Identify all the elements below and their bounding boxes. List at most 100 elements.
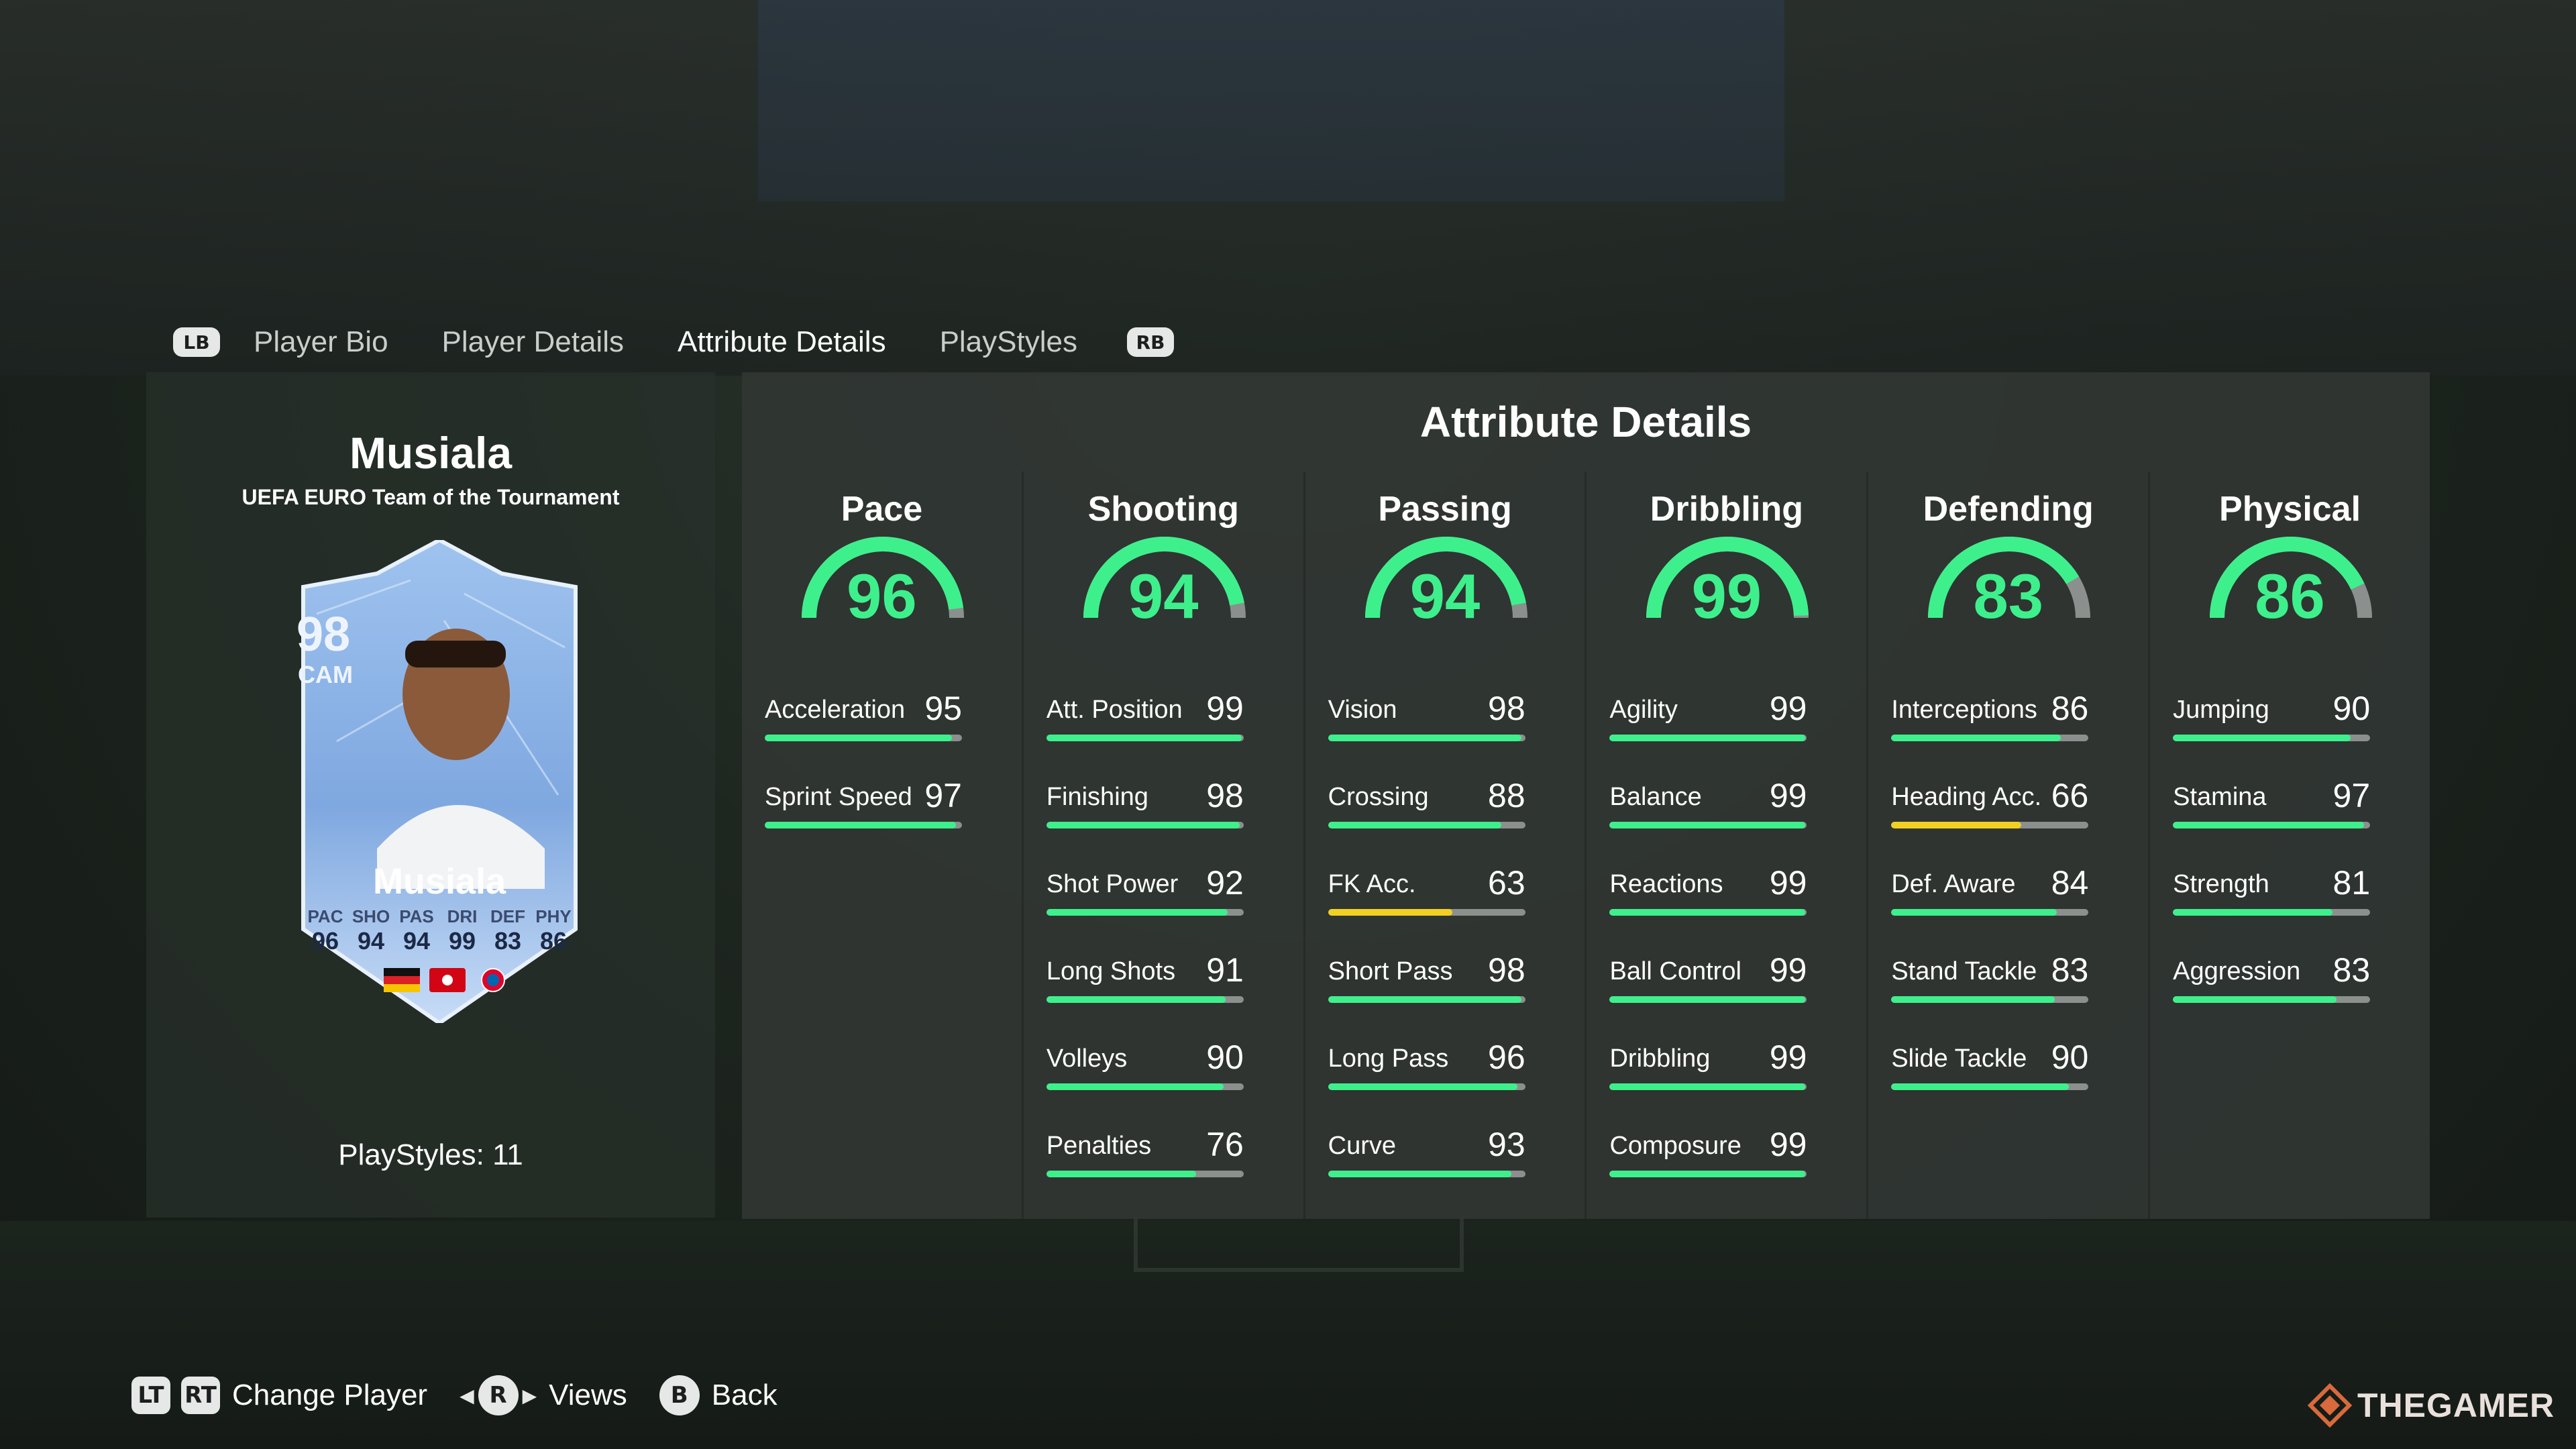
attribute-label: Dribbling <box>1609 1044 1711 1073</box>
lt-button[interactable]: LT <box>131 1377 170 1414</box>
attribute-row[interactable]: Dribbling 99 <box>1609 1038 1807 1095</box>
card-stat-pas: PAS 94 <box>399 906 434 955</box>
attribute-label: Penalties <box>1046 1132 1152 1160</box>
attribute-row[interactable]: Slide Tackle 90 <box>1891 1038 2089 1095</box>
attribute-row[interactable]: Agility 99 <box>1609 690 1807 747</box>
category-name: Pace <box>841 490 923 529</box>
attribute-value: 86 <box>2051 690 2089 727</box>
attribute-row[interactable]: Long Shots 91 <box>1046 951 1244 1008</box>
attribute-row[interactable]: Heading Acc. 66 <box>1891 777 2089 834</box>
attribute-bar-fill <box>1609 735 1805 741</box>
attribute-bar-fill <box>1609 996 1805 1003</box>
tab-attribute-details[interactable]: Attribute Details <box>678 325 886 359</box>
attribute-bar <box>765 822 962 828</box>
attribute-value: 98 <box>1206 777 1244 814</box>
attribute-row[interactable]: Vision 98 <box>1328 690 1525 747</box>
watermark-text: THEGAMER <box>2357 1387 2555 1424</box>
attribute-row[interactable]: Composure 99 <box>1609 1126 1807 1183</box>
attribute-row[interactable]: Aggression 83 <box>2173 951 2371 1008</box>
attribute-row[interactable]: Finishing 98 <box>1046 777 1244 834</box>
rt-button[interactable]: RT <box>181 1377 220 1414</box>
attribute-row[interactable]: FK Acc. 63 <box>1328 864 1525 921</box>
attribute-bar <box>1328 735 1525 741</box>
views-label[interactable]: Views <box>549 1379 627 1412</box>
attribute-bar-fill <box>1891 1083 2069 1090</box>
attribute-bar <box>1046 822 1244 828</box>
category-name: Shooting <box>1087 490 1239 529</box>
attribute-value: 99 <box>1206 690 1244 727</box>
b-button[interactable]: B <box>659 1375 700 1415</box>
attribute-row[interactable]: Curve 93 <box>1328 1126 1525 1183</box>
attribute-row[interactable]: Stamina 97 <box>2173 777 2371 834</box>
attribute-bar-fill <box>1891 909 2057 916</box>
attribute-value: 76 <box>1206 1126 1244 1163</box>
attribute-bar <box>2173 822 2371 828</box>
attribute-bar <box>1609 822 1807 828</box>
attribute-bar <box>1891 735 2089 741</box>
attribute-row[interactable]: Interceptions 86 <box>1891 690 2089 747</box>
attribute-label: Balance <box>1609 783 1702 811</box>
attribute-row[interactable]: Att. Position 99 <box>1046 690 1244 747</box>
thegamer-logo-icon <box>2307 1383 2353 1428</box>
attribute-row[interactable]: Long Pass 96 <box>1328 1038 1525 1095</box>
r-stick-button[interactable]: R <box>478 1375 519 1415</box>
attribute-label: Interceptions <box>1891 696 2037 724</box>
attribute-row[interactable]: Penalties 76 <box>1046 1126 1244 1183</box>
attribute-row[interactable]: Reactions 99 <box>1609 864 1807 921</box>
tab-playstyles[interactable]: PlayStyles <box>940 325 1077 359</box>
attribute-bar-fill <box>1328 822 1502 828</box>
attribute-label: Volleys <box>1046 1044 1128 1073</box>
change-player-label[interactable]: Change Player <box>232 1379 427 1412</box>
attribute-row[interactable]: Volleys 90 <box>1046 1038 1244 1095</box>
category-rating: 96 <box>847 561 917 631</box>
attribute-row[interactable]: Balance 99 <box>1609 777 1807 834</box>
attribute-value: 93 <box>1488 1126 1525 1163</box>
card-stat-sho: SHO 94 <box>352 906 390 955</box>
attribute-bar <box>1609 1083 1807 1090</box>
player-card[interactable]: 98 CAM Musiala PAC 96 SHO 94 PAS 94 DRI 99 D… <box>276 540 602 1023</box>
attribute-bar <box>2173 996 2371 1003</box>
attribute-row[interactable]: Short Pass 98 <box>1328 951 1525 1008</box>
attribute-row[interactable]: Ball Control 99 <box>1609 951 1807 1008</box>
tab-player-details[interactable]: Player Details <box>442 325 624 359</box>
attribute-details-title: Attribute Details <box>1419 398 1752 446</box>
attribute-bar-fill <box>1046 822 1240 828</box>
attribute-column-passing: Passing 94 Vision 98 Crossing 88 FK Acc. 63 Shor… <box>1303 472 1585 1219</box>
attribute-bar-fill <box>1609 822 1805 828</box>
attribute-value: 63 <box>1488 864 1525 902</box>
attribute-row[interactable]: Shot Power 92 <box>1046 864 1244 921</box>
attribute-bar-fill <box>765 822 957 828</box>
attribute-bar-fill <box>2173 909 2333 916</box>
lb-bumper-button[interactable]: LB <box>173 327 220 357</box>
attribute-row[interactable]: Crossing 88 <box>1328 777 1525 834</box>
attribute-column-physical: Physical 86 Jumping 90 Stamina 97 Strength 81 Ag… <box>2148 472 2430 1219</box>
tab-bar: LB Player Bio Player Details Attribute D… <box>173 315 1174 369</box>
attribute-label: Strength <box>2173 870 2269 898</box>
playstyles-count: PlayStyles: 11 <box>338 1138 523 1171</box>
attribute-value: 98 <box>1488 951 1525 989</box>
background-stage <box>758 0 1784 201</box>
attribute-value: 84 <box>2051 864 2089 902</box>
attribute-value: 90 <box>1206 1038 1244 1076</box>
attribute-bar <box>1609 1171 1807 1177</box>
attribute-bar-fill <box>1046 1171 1197 1177</box>
card-stat-phy: PHY 86 <box>535 906 572 955</box>
rb-bumper-button[interactable]: RB <box>1126 327 1174 357</box>
attribute-row[interactable]: Def. Aware 84 <box>1891 864 2089 921</box>
attribute-row[interactable]: Jumping 90 <box>2173 690 2371 747</box>
attribute-row[interactable]: Acceleration 95 <box>765 690 962 747</box>
attribute-row[interactable]: Strength 81 <box>2173 864 2371 921</box>
category-name: Defending <box>1923 490 2094 529</box>
tab-player-bio[interactable]: Player Bio <box>254 325 388 359</box>
attribute-value: 95 <box>924 690 962 727</box>
card-position: CAM <box>298 661 353 688</box>
back-label[interactable]: Back <box>712 1379 777 1412</box>
attribute-value: 99 <box>1769 864 1807 902</box>
attribute-label: Ball Control <box>1609 957 1741 985</box>
card-rating: 98 <box>297 608 351 661</box>
attribute-row[interactable]: Stand Tackle 83 <box>1891 951 2089 1008</box>
attribute-bar-fill <box>1328 735 1521 741</box>
attribute-bar <box>1046 1171 1244 1177</box>
attribute-row[interactable]: Sprint Speed 97 <box>765 777 962 834</box>
watermark: THEGAMER <box>2306 1382 2555 1429</box>
